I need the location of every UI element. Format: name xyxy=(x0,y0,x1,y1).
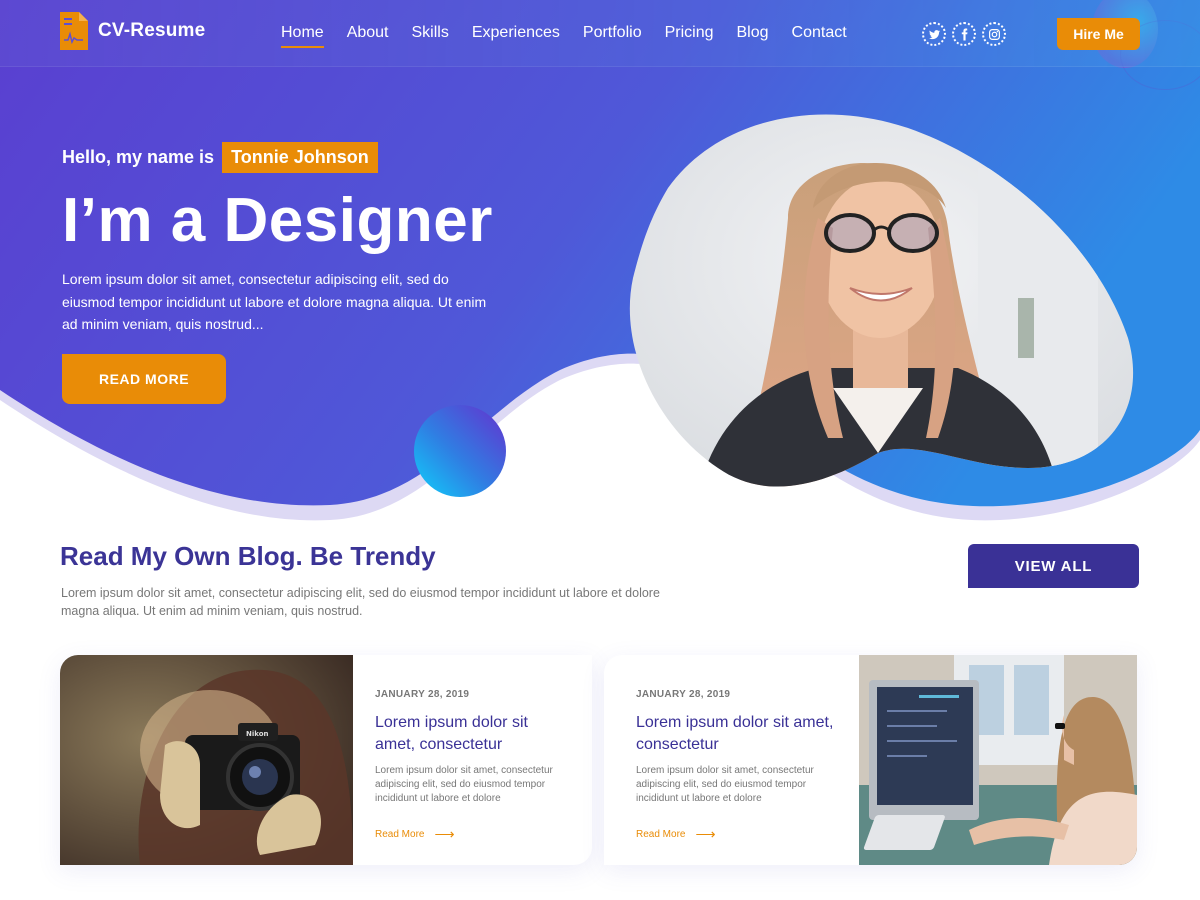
read-more-button[interactable]: READ MORE xyxy=(62,353,226,404)
resume-document-icon xyxy=(60,12,88,50)
blog-card-image[interactable] xyxy=(859,655,1137,865)
brand-name: CV-Resume xyxy=(98,20,206,41)
social-links xyxy=(922,22,1012,46)
nav-item-experiences[interactable]: Experiences xyxy=(472,24,560,48)
nav-item-portfolio[interactable]: Portfolio xyxy=(583,24,642,48)
blog-card-title[interactable]: Lorem ipsum dolor sit amet, consectetur xyxy=(636,712,839,756)
instagram-icon xyxy=(988,28,1000,40)
name-badge: Tonnie Johnson xyxy=(222,142,378,173)
arrow-right-icon: ⟶ xyxy=(434,826,455,842)
blog-card-date: JANUARY 28, 2019 xyxy=(636,689,731,700)
greeting-row: Hello, my name is Tonnie Johnson xyxy=(62,142,502,173)
blog-section-title: Read My Own Blog. Be Trendy xyxy=(60,541,436,571)
read-more-label: Read More xyxy=(375,829,425,840)
blog-card: Nikon JANUARY 28, 2019 Lorem ipsum dolor… xyxy=(60,655,592,865)
blog-card-date: JANUARY 28, 2019 xyxy=(375,689,470,700)
blog-card-body: JANUARY 28, 2019 Lorem ipsum dolor sit a… xyxy=(353,655,592,865)
read-more-label: Read More xyxy=(636,829,686,840)
decorative-sphere xyxy=(414,405,506,497)
blog-card-excerpt: Lorem ipsum dolor sit amet, consectetur … xyxy=(636,765,814,804)
hero-description: Lorem ipsum dolor sit amet, consectetur … xyxy=(62,271,487,332)
facebook-link[interactable] xyxy=(952,22,976,46)
facebook-icon xyxy=(961,28,967,40)
twitter-link[interactable] xyxy=(922,22,946,46)
hero-headline: I’m a Designer xyxy=(62,186,493,255)
arrow-right-icon: ⟶ xyxy=(695,826,716,842)
blog-card-title[interactable]: Lorem ipsum dolor sit amet, consectetur xyxy=(375,712,572,756)
read-more-link[interactable]: Read More ⟶ xyxy=(375,826,572,843)
nav-item-about[interactable]: About xyxy=(347,24,389,48)
blog-card-body: JANUARY 28, 2019 Lorem ipsum dolor sit a… xyxy=(604,655,859,865)
site-header: CV-Resume Home About Skills Experiences … xyxy=(0,0,1200,67)
hero-section: Hello, my name is Tonnie Johnson I’m a D… xyxy=(62,142,502,404)
nav-item-home[interactable]: Home xyxy=(281,24,324,48)
view-all-button[interactable]: VIEW ALL xyxy=(968,544,1139,588)
blog-card-excerpt: Lorem ipsum dolor sit amet, consectetur … xyxy=(375,765,553,804)
read-more-link[interactable]: Read More ⟶ xyxy=(636,826,839,843)
blog-card: JANUARY 28, 2019 Lorem ipsum dolor sit a… xyxy=(604,655,1137,865)
nav-item-pricing[interactable]: Pricing xyxy=(665,24,714,48)
logo[interactable]: CV-Resume xyxy=(60,12,205,50)
main-nav: Home About Skills Experiences Portfolio … xyxy=(281,24,870,48)
hero-portrait xyxy=(629,114,1134,487)
nav-item-blog[interactable]: Blog xyxy=(737,24,769,48)
blog-section-description: Lorem ipsum dolor sit amet, consectetur … xyxy=(61,586,660,618)
nav-item-skills[interactable]: Skills xyxy=(412,24,449,48)
svg-text:Nikon: Nikon xyxy=(246,730,269,738)
blog-card-image[interactable]: Nikon xyxy=(60,655,353,865)
twitter-icon xyxy=(928,29,940,39)
instagram-link[interactable] xyxy=(982,22,1006,46)
hire-me-button[interactable]: Hire Me xyxy=(1057,18,1140,50)
greeting-text: Hello, my name is xyxy=(62,147,215,167)
nav-item-contact[interactable]: Contact xyxy=(792,24,847,48)
